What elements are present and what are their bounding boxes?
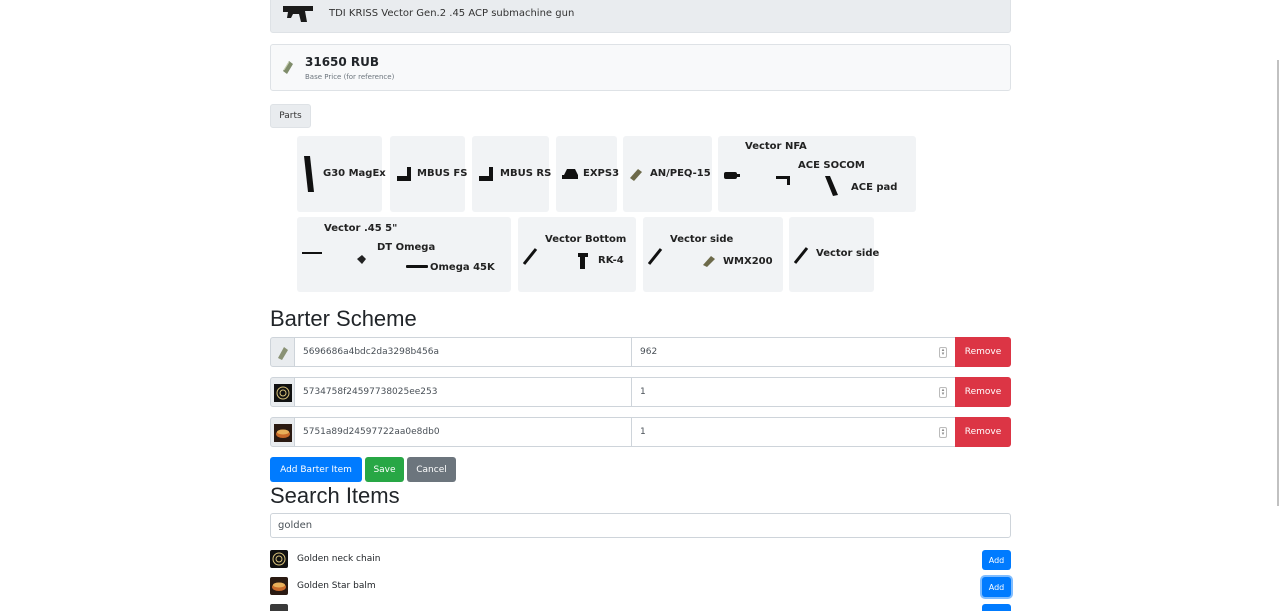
flashlight-icon [703, 256, 715, 267]
remove-button[interactable]: Remove [955, 337, 1011, 367]
part-label: Vector side [816, 248, 880, 259]
price-value: 31650 RUB [305, 55, 380, 69]
barter-row: 5751a89d24597722aa0e8db0 1 ▴ ▾ Remove [270, 417, 1011, 447]
gun-icon [283, 5, 313, 22]
barter-item-thumb [270, 377, 295, 407]
part-label: WMX200 [723, 256, 773, 267]
part-vector-barrel[interactable]: Vector .45 5" DT Omega Omega 45K [297, 217, 511, 292]
search-result-name: Golden Star balm [297, 581, 376, 591]
search-result-item: Golden neck chain Add [270, 550, 1011, 570]
part-label: MBUS FS [417, 168, 468, 179]
adapter-icon [724, 172, 740, 179]
remove-button[interactable]: Remove [955, 377, 1011, 407]
barter-item-id-input[interactable]: 5751a89d24597722aa0e8db0 [294, 417, 632, 447]
part-label: Vector Bottom [545, 234, 627, 245]
vertical-scrollbar[interactable] [1277, 60, 1279, 506]
item-card: TDI KRISS Vector Gen.2 .45 ACP submachin… [270, 0, 1011, 33]
part-vector-side[interactable]: Vector side WMX200 [643, 217, 783, 292]
barter-item-thumb [270, 417, 295, 447]
barter-quantity-input[interactable]: 962 ▴ ▾ [631, 337, 956, 367]
golden-neck-chain-icon [270, 550, 288, 568]
golden-star-balm-icon [270, 577, 288, 595]
add-result-button[interactable]: Add [982, 577, 1011, 597]
part-label: AN/PEQ-15 [650, 168, 711, 179]
quantity-spinner[interactable]: ▴ ▾ [939, 387, 947, 398]
barter-row: 5734758f24597738025ee253 1 ▴ ▾ Remove [270, 377, 1011, 407]
rail-icon [794, 247, 809, 264]
part-vector-nfa[interactable]: Vector NFA ACE SOCOM ACE pad [718, 136, 916, 212]
parts-button[interactable]: Parts [270, 104, 311, 128]
search-items-heading: Search Items [270, 483, 400, 508]
remove-button[interactable]: Remove [955, 417, 1011, 447]
magazine-icon [304, 156, 314, 192]
search-result-item: Golden Star balm Add [270, 577, 1011, 597]
cancel-button[interactable]: Cancel [407, 457, 456, 482]
barter-item-thumb [270, 337, 295, 367]
part-vector-side-2[interactable]: Vector side [789, 217, 879, 292]
barter-item-id-input[interactable]: 5734758f24597738025ee253 [294, 377, 632, 407]
rail-icon [648, 248, 663, 265]
quantity-value: 1 [640, 427, 646, 437]
sight-icon [397, 167, 411, 181]
part-label: Vector .45 5" [324, 223, 398, 234]
part-label: Vector side [670, 234, 734, 245]
quantity-spinner[interactable]: ▴ ▾ [939, 427, 947, 438]
item-name: TDI KRISS Vector Gen.2 .45 ACP submachin… [329, 8, 575, 19]
part-label: MBUS RS [500, 168, 552, 179]
add-result-button[interactable] [982, 604, 1011, 611]
holosight-icon [562, 169, 578, 179]
barter-quantity-input[interactable]: 1 ▴ ▾ [631, 417, 956, 447]
quantity-value: 1 [640, 387, 646, 397]
barter-scheme-heading: Barter Scheme [270, 306, 417, 331]
sight-icon [479, 167, 493, 181]
price-card: 31650 RUB Base Price (for reference) [270, 44, 1011, 91]
part-an-peq-15[interactable]: AN/PEQ-15 [623, 136, 712, 212]
part-label: DT Omega [377, 242, 436, 253]
buttpad-icon [825, 176, 838, 196]
item-icon [270, 604, 288, 611]
golden-star-balm-icon [274, 424, 292, 442]
quantity-spinner[interactable]: ▴ ▾ [939, 347, 947, 358]
stock-icon [776, 176, 790, 185]
part-g30-magex[interactable]: G30 MagEx [297, 136, 386, 212]
dollar-bills-icon [278, 347, 288, 360]
golden-neck-chain-icon [274, 384, 292, 402]
barrel-icon [302, 252, 322, 254]
part-exps3[interactable]: EXPS3 [556, 136, 620, 212]
add-barter-item-button[interactable]: Add Barter Item [270, 457, 362, 482]
search-input[interactable]: golden [270, 513, 1011, 538]
part-label: RK-4 [598, 255, 624, 266]
grip-icon [578, 253, 588, 269]
barter-row: 5696686a4bdc2da3298b456a 962 ▴ ▾ Remove [270, 337, 1011, 367]
cash-icon [283, 61, 293, 74]
part-label: ACE pad [851, 182, 898, 193]
add-result-button[interactable]: Add [982, 550, 1011, 570]
price-label: Base Price (for reference) [305, 73, 395, 81]
search-result-item [270, 604, 1011, 611]
save-button[interactable]: Save [365, 457, 404, 482]
part-label: G30 MagEx [323, 168, 386, 179]
barter-item-id-input[interactable]: 5696686a4bdc2da3298b456a [294, 337, 632, 367]
part-vector-bottom[interactable]: Vector Bottom RK-4 [518, 217, 636, 292]
rail-icon [523, 248, 538, 265]
muzzle-brake-icon [357, 255, 366, 264]
laser-module-icon [630, 169, 642, 181]
part-mbus-fs[interactable]: MBUS FS [390, 136, 468, 212]
barter-quantity-input[interactable]: 1 ▴ ▾ [631, 377, 956, 407]
part-label: Omega 45K [430, 262, 495, 273]
part-label: Vector NFA [745, 141, 807, 152]
quantity-value: 962 [640, 347, 658, 357]
part-label: EXPS3 [583, 168, 620, 179]
part-mbus-rs[interactable]: MBUS RS [472, 136, 552, 212]
part-label: ACE SOCOM [798, 160, 865, 171]
search-result-name: Golden neck chain [297, 554, 381, 564]
suppressor-icon [406, 265, 428, 268]
